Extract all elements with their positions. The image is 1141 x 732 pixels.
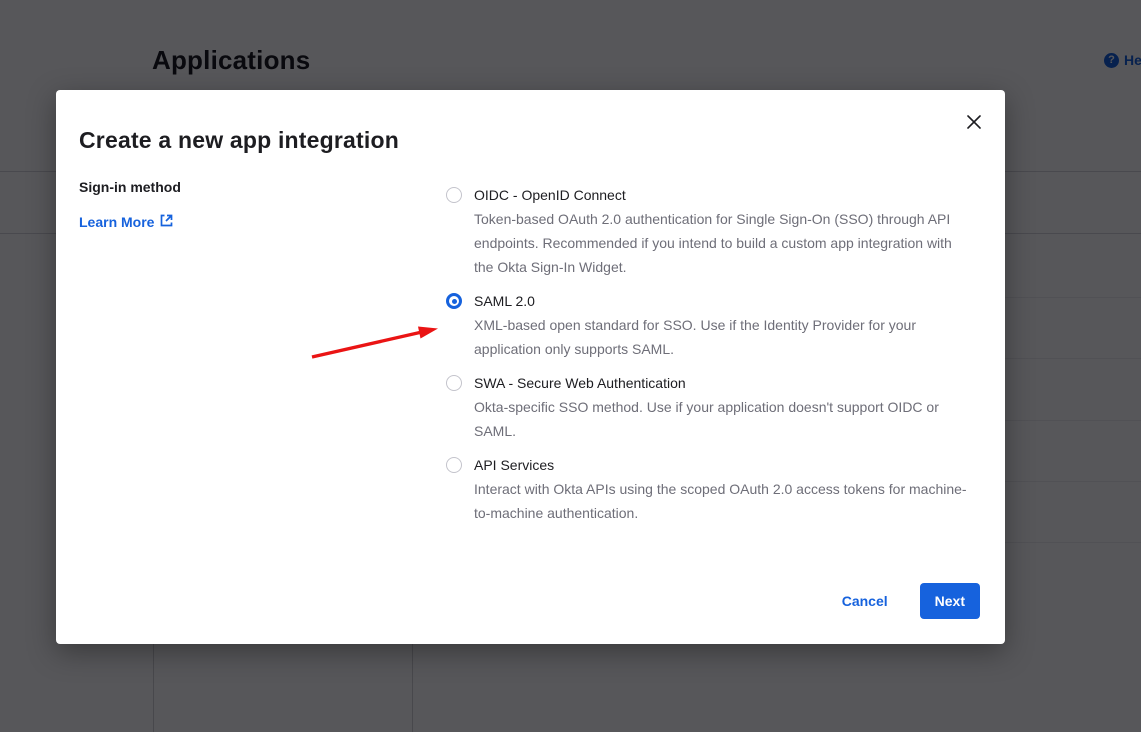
radio-option-oidc[interactable]: OIDC - OpenID Connect Token-based OAuth …: [446, 183, 982, 279]
option-desc-swa: Okta-specific SSO method. Use if your ap…: [474, 395, 974, 443]
radio-option-swa[interactable]: SWA - Secure Web Authentication Okta-spe…: [446, 371, 982, 443]
radio-unselected-icon[interactable]: [446, 375, 462, 391]
next-button[interactable]: Next: [920, 583, 980, 619]
radio-unselected-icon[interactable]: [446, 187, 462, 203]
signin-method-radiogroup: OIDC - OpenID Connect Token-based OAuth …: [446, 183, 982, 535]
close-icon: [967, 115, 981, 132]
learn-more-label: Learn More: [79, 214, 154, 230]
external-link-icon: [160, 214, 173, 230]
option-desc-oidc: Token-based OAuth 2.0 authentication for…: [474, 207, 974, 279]
create-app-integration-dialog: Create a new app integration Sign-in met…: [56, 90, 1005, 644]
radio-option-api-services[interactable]: API Services Interact with Okta APIs usi…: [446, 453, 982, 525]
close-button[interactable]: [961, 110, 987, 136]
option-desc-api-services: Interact with Okta APIs using the scoped…: [474, 477, 974, 525]
option-label-swa: SWA - Secure Web Authentication: [474, 371, 974, 395]
dialog-title: Create a new app integration: [79, 127, 399, 154]
option-desc-saml: XML-based open standard for SSO. Use if …: [474, 313, 974, 361]
option-label-oidc: OIDC - OpenID Connect: [474, 183, 974, 207]
option-label-api-services: API Services: [474, 453, 974, 477]
learn-more-link[interactable]: Learn More: [79, 214, 173, 230]
dialog-footer: Cancel Next: [842, 583, 980, 619]
option-label-saml: SAML 2.0: [474, 289, 974, 313]
radio-unselected-icon[interactable]: [446, 457, 462, 473]
signin-method-label: Sign-in method: [79, 179, 181, 195]
radio-option-saml[interactable]: SAML 2.0 XML-based open standard for SSO…: [446, 289, 982, 361]
radio-selected-icon[interactable]: [446, 293, 462, 309]
cancel-button[interactable]: Cancel: [842, 593, 888, 609]
